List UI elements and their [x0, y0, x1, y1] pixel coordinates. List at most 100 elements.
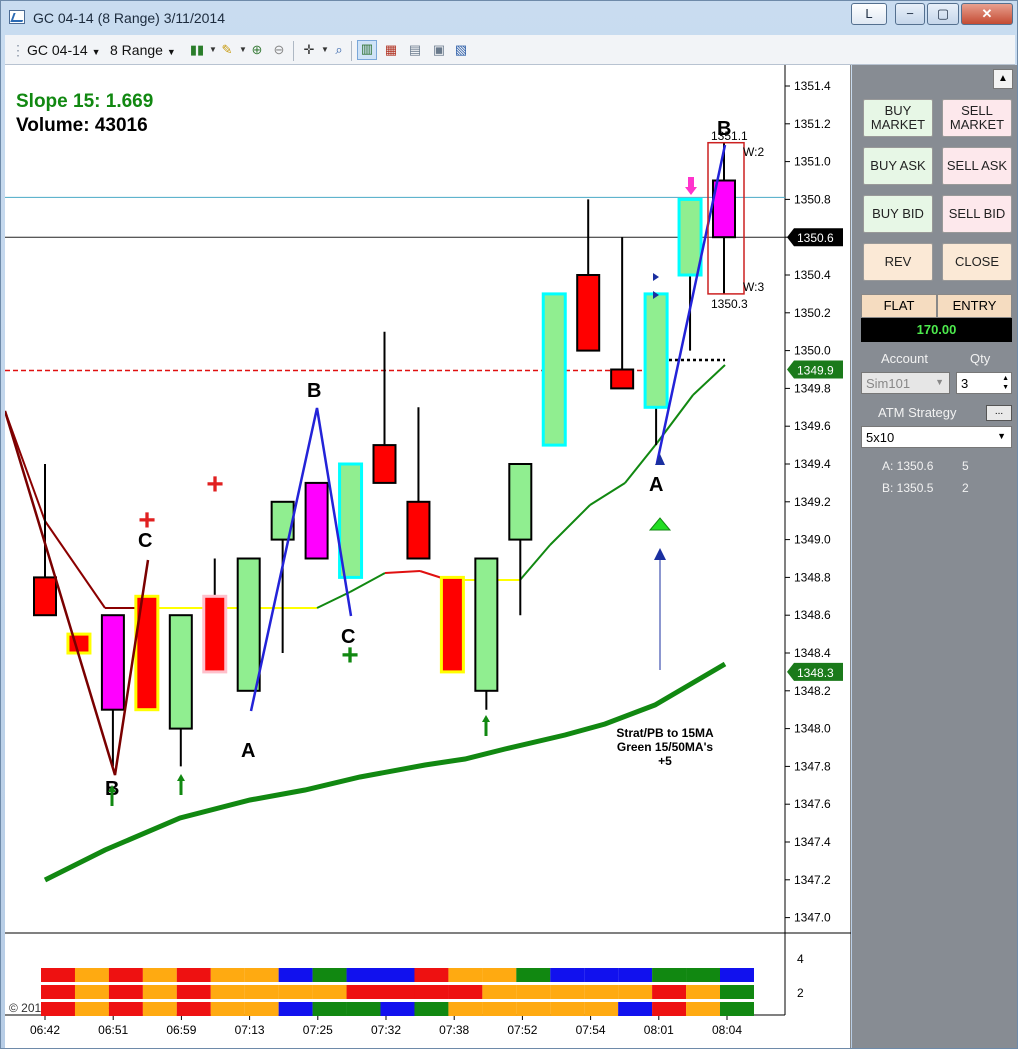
- entry-arrow-head-icon: [654, 548, 666, 560]
- chart-panel[interactable]: 1351.4 1351.2 1351.0 1350.8 1350.6 1350.4 1350…: [5, 65, 851, 1048]
- indicator-cell: [448, 985, 483, 999]
- toolbar-separator: [293, 41, 294, 61]
- wave-label: A: [241, 740, 255, 762]
- zoom-out-icon[interactable]: ⊖: [271, 42, 287, 58]
- atm-strategy-label: ATM Strategy: [878, 405, 957, 420]
- indicator-cell: [312, 968, 347, 982]
- bar-style-icon[interactable]: ▮▮: [189, 42, 205, 58]
- close-position-button[interactable]: CLOSE: [942, 243, 1012, 281]
- interval-selector[interactable]: 8 Range ▼: [110, 41, 176, 59]
- wave-label: A: [649, 474, 663, 496]
- indicator-cell: [482, 968, 517, 982]
- price-tick-label: 1347.2: [794, 873, 831, 887]
- price-tick-label: 1347.8: [794, 759, 831, 773]
- chevron-down-icon: ▼: [166, 47, 176, 57]
- ma-15-segment: [316, 591, 351, 609]
- atm-settings-button[interactable]: ...: [986, 405, 1012, 421]
- maximize-button[interactable]: ▢: [927, 3, 959, 25]
- atm-strategy-select[interactable]: 5x10 ▼: [861, 426, 1012, 448]
- price-tick-label: 1351.2: [794, 117, 831, 131]
- search-icon[interactable]: ⌕: [331, 42, 347, 58]
- quantity-value: 3: [961, 376, 969, 391]
- chart-trader-icon[interactable]: ▧: [453, 42, 469, 58]
- indicator-cell: [278, 968, 313, 982]
- indicators-icon[interactable]: ▥: [357, 40, 377, 60]
- candle-body: [677, 197, 703, 277]
- buy-market-button[interactable]: BUY MARKET: [863, 99, 933, 137]
- indicator-cell: [210, 1002, 245, 1016]
- indicator-cell: [41, 985, 75, 999]
- price-tick-label: 1349.2: [794, 495, 831, 509]
- close-window-button[interactable]: ✕: [961, 3, 1013, 25]
- signal-plus-icon: +: [138, 504, 156, 537]
- price-tick-label: 1347.6: [794, 797, 831, 811]
- indicator-cell: [414, 1002, 449, 1016]
- instrument-selector[interactable]: GC 04-14 ▼: [27, 41, 101, 59]
- candle-body: [304, 481, 329, 560]
- ma-15-segment: [549, 504, 591, 546]
- indicator-cell: [686, 968, 721, 982]
- minimize-button[interactable]: −: [895, 3, 925, 25]
- indicator-cell: [550, 985, 585, 999]
- zoom-in-icon[interactable]: ⊕: [249, 42, 265, 58]
- sell-bid-button[interactable]: SELL BID: [942, 195, 1012, 233]
- candle-body: [643, 292, 669, 409]
- w3-label: W:3: [743, 280, 764, 294]
- chart-trader-panel: ▲ BUY MARKET SELL MARKET BUY ASK SELL AS…: [852, 65, 1017, 1048]
- indicator-cell: [278, 1002, 313, 1016]
- sell-ask-button[interactable]: SELL ASK: [942, 147, 1012, 185]
- target-a-qty: 5: [962, 459, 969, 473]
- indicator-cell: [176, 1002, 211, 1016]
- target-b-qty: 2: [962, 481, 969, 495]
- candle-body: [576, 274, 601, 352]
- indicator-cell: [312, 985, 347, 999]
- indicator-cell: [720, 968, 754, 982]
- price-tick-label: 1348.2: [794, 684, 831, 698]
- stepper-arrows-icon[interactable]: ▲ ▼: [1002, 374, 1009, 392]
- indicator-cell: [244, 985, 279, 999]
- target-b-price: B: 1350.5: [882, 481, 934, 495]
- candle-body: [406, 500, 431, 560]
- indicator-cell: [482, 1002, 517, 1016]
- snapshot-icon[interactable]: ▣: [431, 42, 447, 58]
- chart-properties-icon[interactable]: ▤: [407, 42, 423, 58]
- strategies-icon[interactable]: ▦: [383, 42, 399, 58]
- indicator-cell: [142, 968, 177, 982]
- sell-market-button[interactable]: SELL MARKET: [942, 99, 1012, 137]
- indicator-cell: [652, 968, 687, 982]
- indicator-cell: [618, 968, 653, 982]
- indicator-cell: [312, 1002, 347, 1016]
- time-tick-label: 07:52: [507, 1023, 537, 1037]
- candle-body: [610, 368, 635, 390]
- title-bar[interactable]: GC 04-14 (8 Range) 3/11/2014 L − ▢ ✕: [1, 1, 1017, 33]
- buy-ask-button[interactable]: BUY ASK: [863, 147, 933, 185]
- indicator-cell: [108, 1002, 143, 1016]
- quantity-stepper[interactable]: 3 ▲ ▼: [956, 372, 1012, 394]
- candle-body: [439, 575, 465, 674]
- price-tick-label: 1350.0: [794, 344, 831, 358]
- sell-arrow-icon: [688, 177, 694, 187]
- crosshair-icon[interactable]: ✛: [301, 42, 317, 58]
- indicator-cell: [448, 1002, 483, 1016]
- indicator-cell: [278, 985, 313, 999]
- toolbar-grip: ⋮: [11, 42, 25, 58]
- layout-button[interactable]: L: [851, 3, 887, 25]
- strategy-note: Green 15/50MA's: [617, 740, 714, 754]
- strategy-note: Strat/PB to 15MA: [616, 726, 714, 740]
- time-tick-label: 07:13: [235, 1023, 265, 1037]
- indicator-cell: [108, 968, 143, 982]
- panel-scroll-up[interactable]: ▲: [993, 69, 1013, 89]
- chevron-down-icon: ▼: [997, 431, 1006, 441]
- reverse-button[interactable]: REV: [863, 243, 933, 281]
- time-tick-label: 07:32: [371, 1023, 401, 1037]
- account-select[interactable]: Sim101 ▼: [861, 372, 950, 394]
- indicator-cell: [686, 985, 721, 999]
- buy-bid-button[interactable]: BUY BID: [863, 195, 933, 233]
- price-chart[interactable]: 1351.4 1351.2 1351.0 1350.8 1350.6 1350.4 1350…: [5, 65, 851, 1048]
- target-a-price: A: 1350.6: [882, 459, 934, 473]
- pencil-icon[interactable]: ✎: [219, 42, 235, 58]
- indicator-cell: [108, 985, 143, 999]
- price-tick-label: 1349.0: [794, 533, 831, 547]
- atm-strategy-value: 5x10: [866, 430, 895, 445]
- candle-body: [66, 632, 92, 655]
